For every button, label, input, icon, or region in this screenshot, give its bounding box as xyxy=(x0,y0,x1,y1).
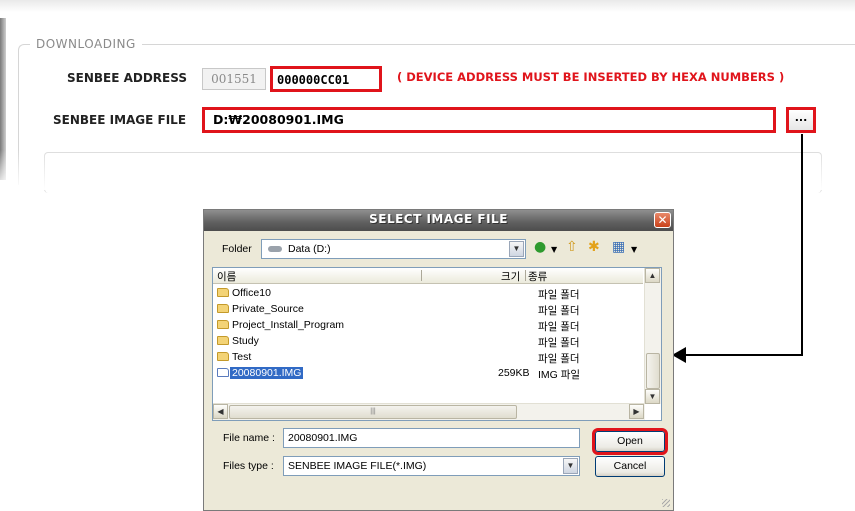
drive-icon xyxy=(268,246,282,252)
downloading-panel: DOWNLOADING SENBEE ADDRESS 001551 000000… xyxy=(0,0,855,193)
chevron-down-icon[interactable]: ▼ xyxy=(509,241,524,257)
item-name: 20080901.IMG xyxy=(230,367,304,379)
arrow-head-icon xyxy=(672,347,686,363)
top-divider xyxy=(0,0,855,12)
vertical-scroll-thumb[interactable] xyxy=(646,353,660,389)
item-name: Test xyxy=(232,351,252,363)
chevron-down-icon[interactable]: ▼ xyxy=(563,458,578,474)
file-name-input[interactable]: 20080901.IMG xyxy=(283,428,580,448)
close-button[interactable]: ✕ xyxy=(654,212,671,228)
item-name: Project_Install_Program xyxy=(232,319,345,331)
back-dropdown-icon[interactable]: ▼ xyxy=(551,241,557,259)
item-name: Private_Source xyxy=(232,303,304,315)
folder-icon xyxy=(217,288,229,297)
dialog-title: SELECT IMAGE FILE xyxy=(369,212,508,226)
list-header: 이름 크기 종류 xyxy=(213,268,643,284)
horizontal-scrollbar[interactable]: ◀ ||| ▶ xyxy=(213,403,645,420)
arrow-line-vertical xyxy=(801,134,803,356)
column-type[interactable]: 종류 xyxy=(528,269,547,284)
view-menu-icon[interactable]: ▦ xyxy=(612,238,625,256)
column-size[interactable]: 크기 xyxy=(501,269,520,284)
browse-button[interactable]: ... xyxy=(786,107,816,133)
list-item[interactable]: Study 파일 폴더 xyxy=(213,335,643,349)
folder-label: Folder xyxy=(222,243,252,255)
resize-grip-icon[interactable] xyxy=(662,499,670,507)
files-type-label: Files type : xyxy=(223,460,274,472)
arrow-line-horizontal xyxy=(684,354,803,356)
item-type: IMG 파일 xyxy=(538,369,581,381)
panel-fade xyxy=(0,150,855,190)
view-dropdown-icon[interactable]: ▼ xyxy=(631,241,637,259)
scroll-up-icon[interactable]: ▲ xyxy=(645,268,660,283)
folder-icon xyxy=(217,352,229,361)
open-button[interactable]: Open xyxy=(592,428,668,455)
back-icon[interactable]: ● xyxy=(534,238,546,256)
list-item-selected[interactable]: 20080901.IMG 259KB IMG 파일 xyxy=(213,367,643,381)
vertical-scrollbar[interactable]: ▲ ▼ xyxy=(644,268,661,404)
item-type: 파일 폴더 xyxy=(538,353,580,365)
horizontal-scroll-thumb[interactable]: ||| xyxy=(229,405,517,419)
group-title: DOWNLOADING xyxy=(30,37,142,51)
address-input[interactable]: 000000CC01 xyxy=(270,66,382,92)
scroll-right-icon[interactable]: ▶ xyxy=(629,404,644,419)
address-prefix: 001551 xyxy=(202,68,266,90)
address-note: ( DEVICE ADDRESS MUST BE INSERTED BY HEX… xyxy=(397,70,785,84)
scroll-down-icon[interactable]: ▼ xyxy=(645,389,660,404)
up-folder-icon[interactable]: ⇧ xyxy=(566,238,578,256)
image-file-input[interactable]: D:₩20080901.IMG xyxy=(202,107,776,133)
select-image-file-dialog: SELECT IMAGE FILE ✕ Folder Data (D:) ▼ ●… xyxy=(203,209,674,511)
item-type: 파일 폴더 xyxy=(538,321,580,333)
folder-value: Data (D:) xyxy=(288,243,331,255)
list-item[interactable]: Project_Install_Program 파일 폴더 xyxy=(213,319,643,333)
dialog-titlebar[interactable]: SELECT IMAGE FILE ✕ xyxy=(204,210,673,231)
new-folder-icon[interactable]: ✱ xyxy=(588,238,600,256)
folder-icon xyxy=(217,304,229,313)
file-name-label: File name : xyxy=(223,432,275,444)
address-label: SENBEE ADDRESS xyxy=(67,71,187,85)
item-name: Office10 xyxy=(232,287,271,299)
item-type: 파일 폴더 xyxy=(538,337,580,349)
scroll-left-icon[interactable]: ◀ xyxy=(213,404,228,419)
folder-icon xyxy=(217,320,229,329)
column-name[interactable]: 이름 xyxy=(217,269,236,284)
list-item[interactable]: Private_Source 파일 폴더 xyxy=(213,303,643,317)
item-name: Study xyxy=(232,335,259,347)
column-separator xyxy=(525,270,526,281)
file-list: 이름 크기 종류 Office10 파일 폴더 Private_Source 파… xyxy=(212,267,662,421)
folder-select[interactable]: Data (D:) ▼ xyxy=(261,239,526,259)
files-type-value: SENBEE IMAGE FILE(*.IMG) xyxy=(288,460,427,472)
file-icon xyxy=(217,368,229,377)
folder-icon xyxy=(217,336,229,345)
files-type-select[interactable]: SENBEE IMAGE FILE(*.IMG) ▼ xyxy=(283,456,580,476)
item-type: 파일 폴더 xyxy=(538,305,580,317)
item-type: 파일 폴더 xyxy=(538,289,580,301)
list-item[interactable]: Office10 파일 폴더 xyxy=(213,287,643,301)
image-file-label: SENBEE IMAGE FILE xyxy=(53,113,187,127)
item-size: 259KB xyxy=(498,367,530,379)
cancel-button[interactable]: Cancel xyxy=(595,456,665,477)
list-item[interactable]: Test 파일 폴더 xyxy=(213,351,643,365)
column-separator xyxy=(421,270,422,281)
